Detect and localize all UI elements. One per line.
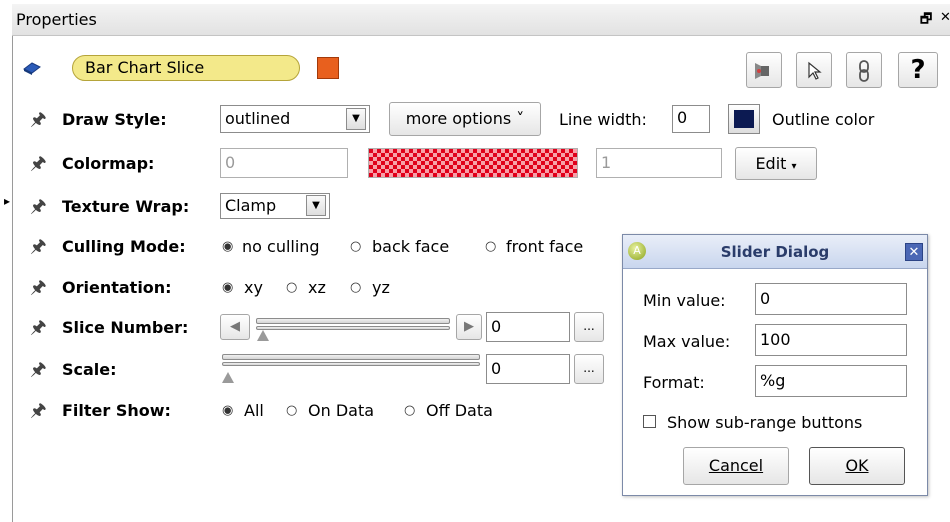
scale-slider-thumb[interactable] [222,372,234,383]
draw-style-value: outlined [225,109,291,128]
object-type-icon [22,60,42,80]
link-icon [859,60,869,82]
link-button[interactable] [846,52,882,88]
culling-option-no-culling[interactable]: no culling [242,237,320,256]
culling-option-back-face[interactable]: back face [372,237,449,256]
format-label: Format: [643,373,705,392]
filter-show-label: Filter Show: [62,401,171,420]
pointer-icon [808,61,822,80]
culling-mode-label: Culling Mode: [62,237,186,256]
chevron-down-icon: ▾ [791,161,797,172]
pin-icon[interactable]: 🖈 [30,107,47,137]
current-row-marker-icon: ▸ [4,194,11,208]
colormap-edit-button[interactable]: Edit ▾ [735,147,817,180]
outline-color-label: Outline color [772,110,875,129]
colormap-min-field[interactable]: 0 [220,148,348,178]
more-options-button[interactable]: more options ˅ [389,102,541,136]
filter-option-off-data[interactable]: Off Data [426,401,493,420]
radio-unselected-icon[interactable]: ○ [286,280,297,295]
panel-titlebar: Properties 🗗 ✕ [12,4,950,36]
scale-slider[interactable] [222,354,480,360]
pin-icon[interactable]: 🖈 [30,234,47,264]
format-field[interactable]: %g [755,365,907,397]
ok-button[interactable]: OK [809,447,905,485]
line-width-field[interactable]: 0 [672,105,710,133]
slice-decrement-button[interactable]: ◀ [220,314,250,340]
pin-icon[interactable]: 🖈 [30,275,47,305]
float-icon[interactable]: 🗗 [920,10,932,32]
radio-unselected-icon[interactable]: ○ [350,239,361,254]
orientation-label: Orientation: [62,278,172,297]
close-icon[interactable]: ✕ [905,243,923,261]
subrange-checkbox[interactable] [643,415,656,428]
slider-dialog: A Slider Dialog ✕ Min value: 0 Max value… [622,234,928,496]
colormap-edit-label: Edit [755,154,787,173]
scale-browse-button[interactable]: ... [574,354,604,384]
subrange-label[interactable]: Show sub-range buttons [667,413,862,432]
radio-unselected-icon[interactable]: ○ [404,403,415,418]
pin-icon[interactable]: 🖈 [30,398,47,428]
colormap-gradient-preview[interactable] [368,148,578,178]
chevron-down-icon[interactable]: ▼ [306,195,326,216]
radio-selected-icon[interactable]: ◉ [222,280,233,295]
colormap-max-field[interactable]: 1 [596,148,722,178]
slider-dialog-titlebar[interactable]: A Slider Dialog ✕ [623,235,927,269]
max-value-field[interactable]: 100 [755,324,907,356]
close-icon[interactable]: ✕ [940,10,950,25]
scale-slider-groove [222,362,480,366]
cancel-button[interactable]: Cancel [683,447,789,485]
radio-unselected-icon[interactable]: ○ [485,239,496,254]
slice-increment-button[interactable]: ▶ [456,314,482,340]
slice-number-slider-groove [256,326,450,330]
camera-icon [755,63,769,79]
radio-unselected-icon[interactable]: ○ [350,280,361,295]
colormap-label: Colormap: [62,154,155,173]
filter-option-on-data[interactable]: On Data [308,401,374,420]
slice-number-label: Slice Number: [62,318,189,337]
pin-icon[interactable]: 🖈 [30,151,47,181]
outline-color-swatch [734,110,754,128]
camera-button[interactable] [746,52,782,88]
min-value-field[interactable]: 0 [755,283,907,315]
object-name-field[interactable]: Bar Chart Slice [72,55,300,81]
slice-number-slider[interactable] [256,318,450,324]
pin-icon[interactable]: 🖈 [30,315,47,345]
min-value-label: Min value: [643,291,726,310]
object-color-swatch[interactable] [317,57,339,79]
orientation-option-yz[interactable]: yz [372,278,390,297]
orientation-option-xy[interactable]: xy [244,278,263,297]
pin-icon[interactable]: 🖈 [30,357,47,387]
slice-number-slider-thumb[interactable] [257,330,269,341]
panel-title: Properties [16,10,97,29]
filter-option-all[interactable]: All [244,401,264,420]
select-button[interactable] [796,52,832,88]
radio-selected-icon[interactable]: ◉ [222,403,233,418]
max-value-label: Max value: [643,332,731,351]
draw-style-label: Draw Style: [62,110,167,129]
texture-wrap-label: Texture Wrap: [62,197,190,216]
line-width-label: Line width: [559,110,647,129]
help-button[interactable]: ? [898,52,938,88]
radio-selected-icon[interactable]: ◉ [222,239,233,254]
scale-label: Scale: [62,360,117,379]
slice-number-browse-button[interactable]: ... [574,312,604,342]
outline-color-button[interactable] [728,104,760,134]
slider-dialog-title: Slider Dialog [720,243,830,261]
culling-option-front-face[interactable]: front face [506,237,583,256]
scale-field[interactable]: 0 [486,354,570,384]
texture-wrap-value: Clamp [225,196,277,215]
radio-unselected-icon[interactable]: ○ [286,403,297,418]
help-icon: ? [910,55,926,85]
chevron-down-icon[interactable]: ▼ [346,108,366,130]
pin-icon[interactable]: 🖈 [30,194,47,224]
slice-number-field[interactable]: 0 [486,312,570,342]
orientation-option-xz[interactable]: xz [308,278,326,297]
